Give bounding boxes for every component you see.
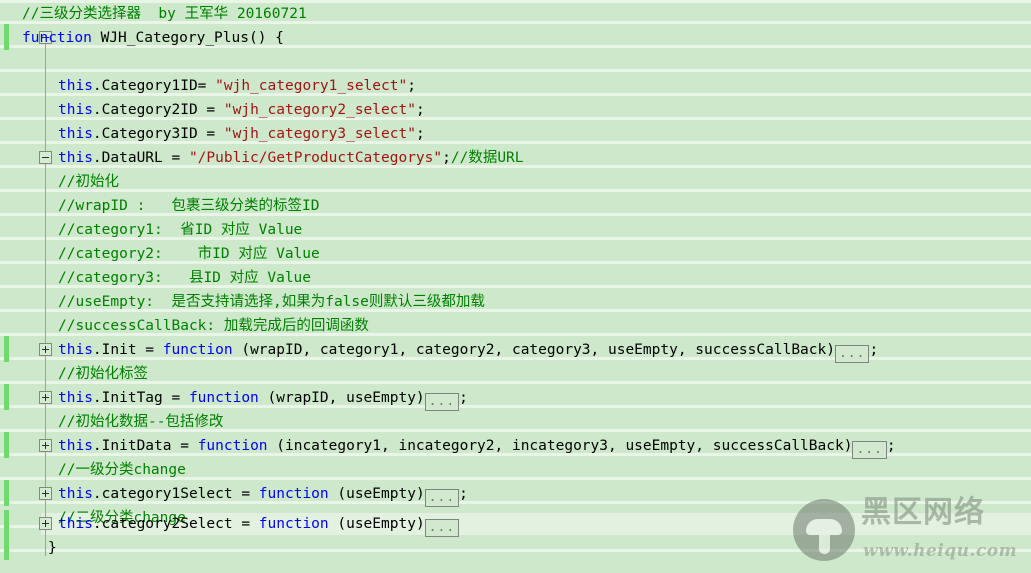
code-token-str: "wjh_category2_select" [223,102,416,118]
code-token-str: "wjh_category1_select" [215,78,408,94]
code-line[interactable]: this.Category3ID = "wjh_category3_select… [0,122,425,146]
collapsed-region-marker[interactable]: ... [424,489,460,507]
code-line[interactable]: this.DataURL = "/Public/GetProductCatego… [0,146,524,170]
code-token-kw: function [188,390,259,406]
code-token-cmt: //数据URL [450,150,524,166]
code-line[interactable]: this.Category1ID= "wjh_category1_select"… [0,74,416,98]
code-line[interactable]: //category3: 县ID 对应 Value [0,266,311,290]
code-token-pln: .InitData = [92,438,198,454]
code-line[interactable]: //三级分类选择器 by 王军华 20160721 [0,2,307,26]
code-token-kw: this [58,438,93,454]
code-token-pln: } [48,540,57,556]
code-token-kw: this [58,486,93,502]
code-token-pln: .Category3ID = [92,126,224,142]
code-token-pln: .Init = [92,342,163,358]
code-token-pln: .Category2ID = [92,102,224,118]
code-token-pln: .InitTag = [92,390,189,406]
code-token-pln: ; [869,342,879,358]
code-token-pln: ; [442,150,451,166]
code-token-kw: this [58,150,93,166]
code-token-pln: (useEmpty) [328,486,425,502]
code-token-pln: ; [415,126,425,142]
code-editor-canvas[interactable]: //三级分类选择器 by 王军华 20160721 function WJH_Ca… [0,0,1031,573]
code-line[interactable]: //category1: 省ID 对应 Value [0,218,302,242]
code-line[interactable]: //wrapID : 包裹三级分类的标签ID [0,194,319,218]
code-token-kw: this [58,342,93,358]
code-line[interactable]: this.Init = function (wrapID, category1,… [0,338,879,363]
code-token-cmt: //初始化标签 [58,366,148,382]
code-token-kw: this [58,102,93,118]
code-token-pln: .DataURL = [92,150,189,166]
code-line[interactable]: //一级分类change [0,458,186,482]
code-line[interactable]: this.category2Select = function (useEmpt… [0,512,460,537]
code-token-pln: (useEmpty) [328,516,425,532]
code-token-kw: this [58,390,93,406]
code-token-cmt: //初始化数据--包括修改 [58,414,224,430]
code-token-kw: this [58,516,93,532]
code-token-pln: (wrapID, category1, category2, category3… [232,342,835,358]
code-token-kw: function [258,516,329,532]
code-token-cmt: //一级分类change [58,462,186,478]
code-line[interactable]: //useEmpty: 是否支持请选择,如果为false则默认三级都加载 [0,290,485,314]
code-token-kw: function [258,486,329,502]
collapsed-region-marker[interactable]: ... [852,441,887,459]
code-token-pln: .category1Select = [92,486,259,502]
code-token-cmt: //useEmpty: 是否支持请选择,如果为false则默认三级都加载 [58,294,485,310]
code-token-kw: function [22,30,92,46]
code-line[interactable]: this.InitData = function (incategory1, i… [0,434,896,459]
code-token-cmt: //三级分类选择器 by 王军华 20160721 [22,6,307,22]
code-line[interactable] [0,50,22,74]
collapsed-region-marker[interactable]: ... [424,519,460,537]
code-line[interactable]: //初始化数据--包括修改 [0,410,223,434]
code-token-pln: ; [407,78,416,94]
code-token-cmt: //category2: 市ID 对应 Value [58,246,320,262]
code-token-pln: WJH_Category_Plus() { [91,30,284,46]
code-token-pln: .Category1ID= [92,78,216,94]
code-token-pln: ; [415,102,425,118]
code-token-cmt: //successCallBack: 加载完成后的回调函数 [58,318,369,334]
code-token-pln: ; [886,438,896,454]
code-line[interactable]: function WJH_Category_Plus() { [0,26,284,50]
code-token-kw: this [58,78,93,94]
code-line[interactable]: //初始化 [0,170,119,194]
code-token-str: "wjh_category3_select" [223,126,416,142]
code-line[interactable]: //category2: 市ID 对应 Value [0,242,320,266]
code-token-kw: this [58,126,93,142]
code-token-kw: function [197,438,268,454]
code-line[interactable]: this.InitTag = function (wrapID, useEmpt… [0,386,468,411]
code-token-cmt: //category3: 县ID 对应 Value [58,270,312,286]
code-token-pln: ; [459,486,468,502]
code-line[interactable]: } [0,536,57,560]
code-token-pln: ; [459,390,468,406]
watermark-site-url: www.heiqu.com [863,541,1018,561]
code-line[interactable]: this.category1Select = function (useEmpt… [0,482,468,507]
code-line[interactable]: this.Category2ID = "wjh_category2_select… [0,98,425,122]
code-token-cmt: //wrapID : 包裹三级分类的标签ID [58,198,320,214]
collapsed-region-marker[interactable]: ... [424,393,460,411]
code-token-kw: function [162,342,233,358]
code-token-str: "/Public/GetProductCategorys" [188,150,443,166]
code-token-cmt: //category1: 省ID 对应 Value [58,222,303,238]
collapsed-region-marker[interactable]: ... [834,345,870,363]
code-token-cmt: //初始化 [58,174,119,190]
code-token-pln: (incategory1, incategory2, incategory3, … [267,438,853,454]
code-line[interactable]: //successCallBack: 加载完成后的回调函数 [0,314,369,338]
code-token-pln: (wrapID, useEmpty) [258,390,425,406]
code-token-pln: .category2Select = [92,516,259,532]
code-line[interactable]: //初始化标签 [0,362,148,386]
